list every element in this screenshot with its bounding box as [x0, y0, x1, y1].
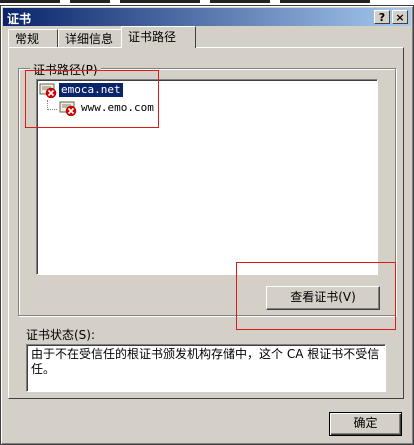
title-bar: 证书 ? × [3, 8, 411, 26]
help-button[interactable]: ? [374, 10, 390, 24]
annotation-highlight-tree [25, 70, 159, 128]
certificate-status-text[interactable]: 由于不在受信任的根证书颁发机构存储中，这个 CA 根证书不受信任。 [26, 344, 386, 392]
tab-details[interactable]: 详细信息 [58, 29, 123, 47]
window-title: 证书 [7, 12, 32, 26]
ok-button[interactable]: 确定 [329, 412, 402, 436]
certificate-status-label: 证书状态(S): [26, 328, 96, 342]
tab-general[interactable]: 常规 [8, 29, 58, 47]
tab-certification-path[interactable]: 证书路径 [121, 26, 196, 48]
annotation-highlight-button [236, 262, 396, 330]
close-button[interactable]: × [392, 10, 408, 24]
